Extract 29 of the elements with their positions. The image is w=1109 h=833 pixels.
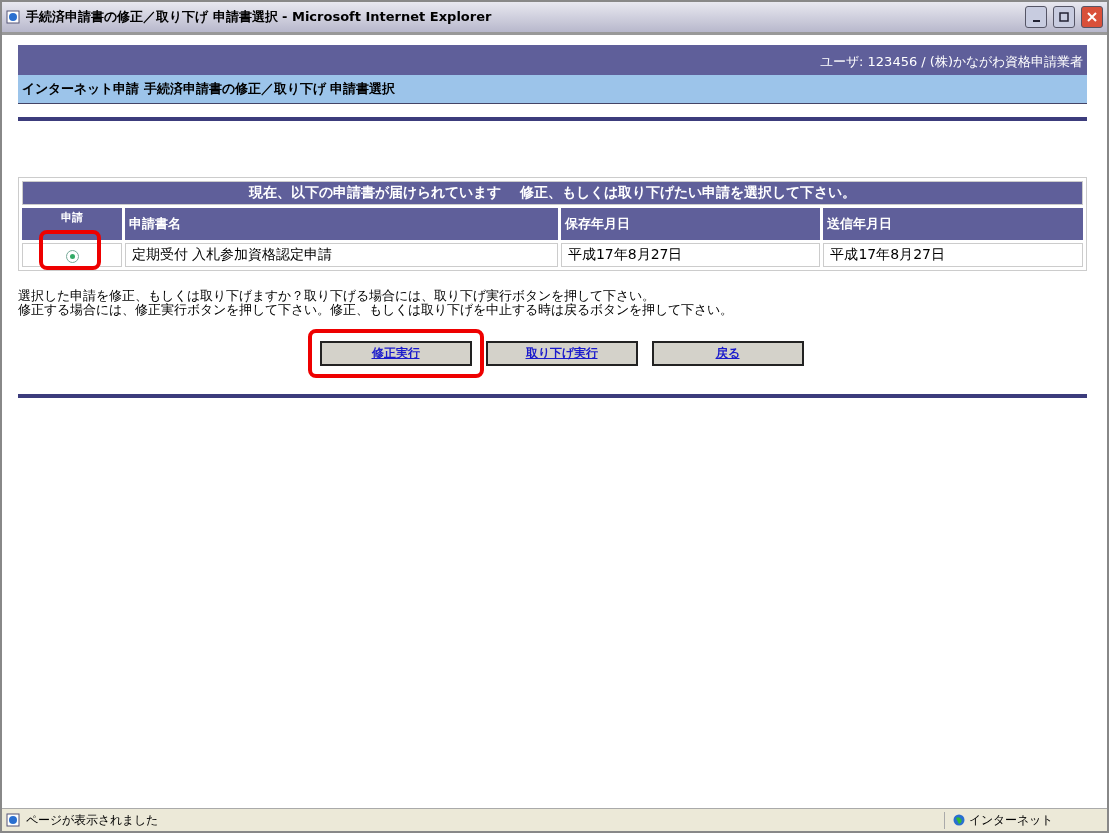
page-icon <box>6 813 20 827</box>
table-caption: 現在、以下の申請書が届けられています 修正、もしくは取り下げたい申請を選択して下さい。 <box>22 181 1083 205</box>
browser-icon <box>6 10 20 24</box>
maximize-button[interactable] <box>1053 6 1075 28</box>
table-cell: 平成17年8月27日 <box>823 243 1083 267</box>
column-header: 送信年月日 <box>823 208 1083 240</box>
minimize-button[interactable] <box>1025 6 1047 28</box>
action-button[interactable]: 戻る <box>651 341 804 366</box>
window-title: 手続済申請書の修正／取り下げ 申請書選択 - Microsoft Internet Explorer <box>26 8 493 26</box>
radio-button[interactable] <box>65 249 79 263</box>
globe-icon <box>953 814 965 826</box>
maximize-icon <box>1059 12 1069 22</box>
table-cell: 平成17年8月27日 <box>560 243 821 267</box>
action-button[interactable]: 取り下げ実行 <box>485 341 638 366</box>
status-message: ページが表示されました <box>26 811 159 829</box>
minimize-icon <box>1032 20 1040 22</box>
table-cell: 定期受付 入札参加資格認定申請 <box>125 243 558 267</box>
user-bar: ユーザ: 123456 / (株)かながわ資格申請業者 <box>18 45 1087 75</box>
instruction-text: 修正する場合には、修正実行ボタンを押して下さい。修正、もしくは取り下げを中止する時は戻るボタンを押して下さい。 <box>18 303 734 317</box>
highlight-frame <box>39 230 101 270</box>
instruction-text: 選択した申請を修正、もしくは取り下げますか？取り下げる場合には、取り下げ実行ボタンを押して下さい。 <box>18 289 656 303</box>
close-button[interactable] <box>1081 6 1103 28</box>
action-button[interactable]: 修正実行 <box>319 341 472 366</box>
close-icon <box>1087 12 1097 22</box>
zone-label: インターネット <box>969 811 1053 829</box>
column-header: 申請 <box>22 208 122 240</box>
page-heading: インターネット申請 手続済申請書の修正／取り下げ 申請書選択 <box>18 75 1087 104</box>
column-header: 保存年月日 <box>560 208 821 240</box>
column-header: 申請書名 <box>125 208 558 240</box>
